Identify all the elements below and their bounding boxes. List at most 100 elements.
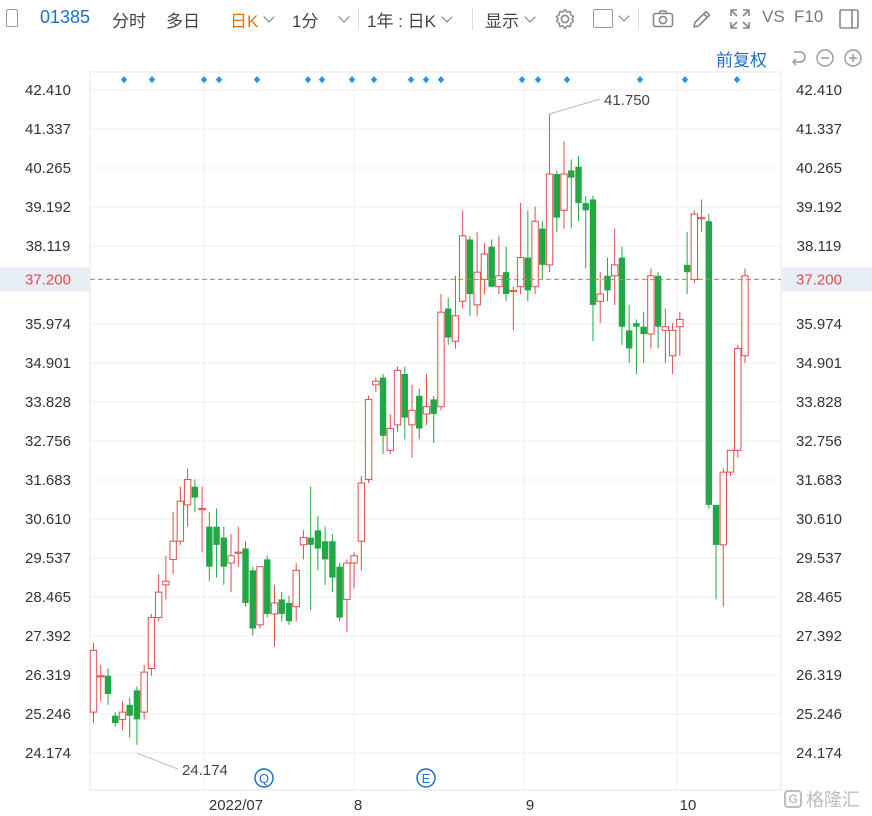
dividend-marker-icon [563,76,571,84]
dividend-marker-icon [636,76,644,84]
dividend-marker-icon [215,76,223,84]
candle-body [401,373,408,418]
high-annotation-line [549,98,601,115]
candle-body [430,399,437,414]
candle-body [611,264,619,277]
candle-body [625,330,633,349]
y-tick-label-left: 38.119 [26,238,71,255]
current-price-label-left: 37.200 [25,271,71,288]
candle-body [256,566,264,626]
y-tick-label-right: 27.392 [796,628,842,645]
candle-body [133,690,141,720]
dividend-marker-icon [200,76,208,84]
y-tick-label-right: 35.974 [796,316,842,333]
dividend-marker-icon [120,76,128,84]
low-annotation-line [136,752,179,770]
candle-body [112,715,119,724]
y-tick-label-left: 41.337 [25,121,71,138]
candle-body [683,264,691,273]
candle-body [169,540,177,560]
candle-body [154,591,163,619]
candle-body [539,228,546,265]
candle-body [227,555,235,564]
dividend-marker-icon [253,76,261,84]
candle-body [633,323,640,327]
candle-body [372,380,380,386]
candles [89,113,749,745]
candle-body [336,566,343,618]
dividend-marker-icon [437,76,445,84]
x-tick-label: 8 [354,797,362,814]
candle-body [596,293,604,302]
y-tick-label-right: 28.465 [796,589,842,606]
candle-body [451,315,460,342]
dividend-marker-icon [318,76,326,84]
dividend-marker-icon [148,76,156,84]
event-marker-label: E [422,771,431,786]
candle-body [568,170,575,178]
candle-body [97,675,105,678]
candle-body [553,173,560,218]
candle-body [654,275,662,327]
candle-body [676,318,684,328]
y-tick-label-left: 40.265 [25,160,71,177]
candle-body [661,326,670,331]
candle-body [285,603,293,622]
low-annotation-label: 24.174 [182,762,228,779]
y-tick-label-right: 39.192 [796,199,842,216]
y-tick-label-left: 32.756 [25,433,71,450]
x-tick-label: 9 [526,797,534,814]
y-tick-label-left: 33.828 [25,394,71,411]
y-tick-label-left: 26.319 [25,667,71,684]
candle-body [422,406,431,415]
candle-body [213,526,220,545]
y-tick-label-right: 25.246 [796,706,842,723]
candle-body [437,311,445,408]
candle-body [647,275,655,335]
dividend-marker-icon [681,76,689,84]
candle-body [690,213,699,280]
event-marker-label: Q [259,771,269,786]
y-tick-label-right: 32.756 [796,433,842,450]
y-tick-label-right: 29.537 [796,550,842,567]
candle-body [495,275,503,288]
candle-body [162,580,170,586]
candle-body [473,271,481,306]
y-tick-label-left: 31.683 [25,472,71,489]
candle-body [364,398,373,480]
y-tick-label-right: 33.828 [796,394,842,411]
dividend-markers [120,76,741,84]
candle-body [270,602,279,615]
candle-body [618,257,626,327]
y-tick-label-left: 34.901 [25,355,71,372]
x-tick-label: 2022/07 [209,797,263,814]
candle-body [299,537,308,546]
candle-body [126,704,133,716]
current-price-label-right: 37.200 [796,271,842,288]
x-tick-label: 10 [680,797,697,814]
y-tick-label-right: 34.901 [796,355,842,372]
y-tick-label-left: 30.610 [25,511,71,528]
candle-body [480,253,489,280]
candle-body [509,289,518,293]
y-tick-label-left: 25.246 [25,706,71,723]
candle-body [386,428,394,451]
candle-body [183,478,192,506]
y-tick-label-right: 24.174 [796,745,842,762]
dividend-marker-icon [733,76,741,84]
y-tick-label-left: 28.465 [25,589,71,606]
candle-body [89,649,98,713]
candle-body [234,551,242,554]
candle-body [466,239,474,294]
y-tick-label-right: 26.319 [796,667,842,684]
candle-body [458,235,467,302]
candle-body [705,221,713,505]
candle-body [147,617,156,669]
candle-body [575,166,582,204]
dividend-marker-icon [407,76,415,84]
candle-body [191,486,199,498]
candle-body [321,541,329,560]
candle-body [350,555,358,564]
candle-body [697,217,706,220]
candlestick-chart[interactable]: 42.410 42.410 41.337 41.337 40.265 40.265 39.1… [0,0,872,816]
